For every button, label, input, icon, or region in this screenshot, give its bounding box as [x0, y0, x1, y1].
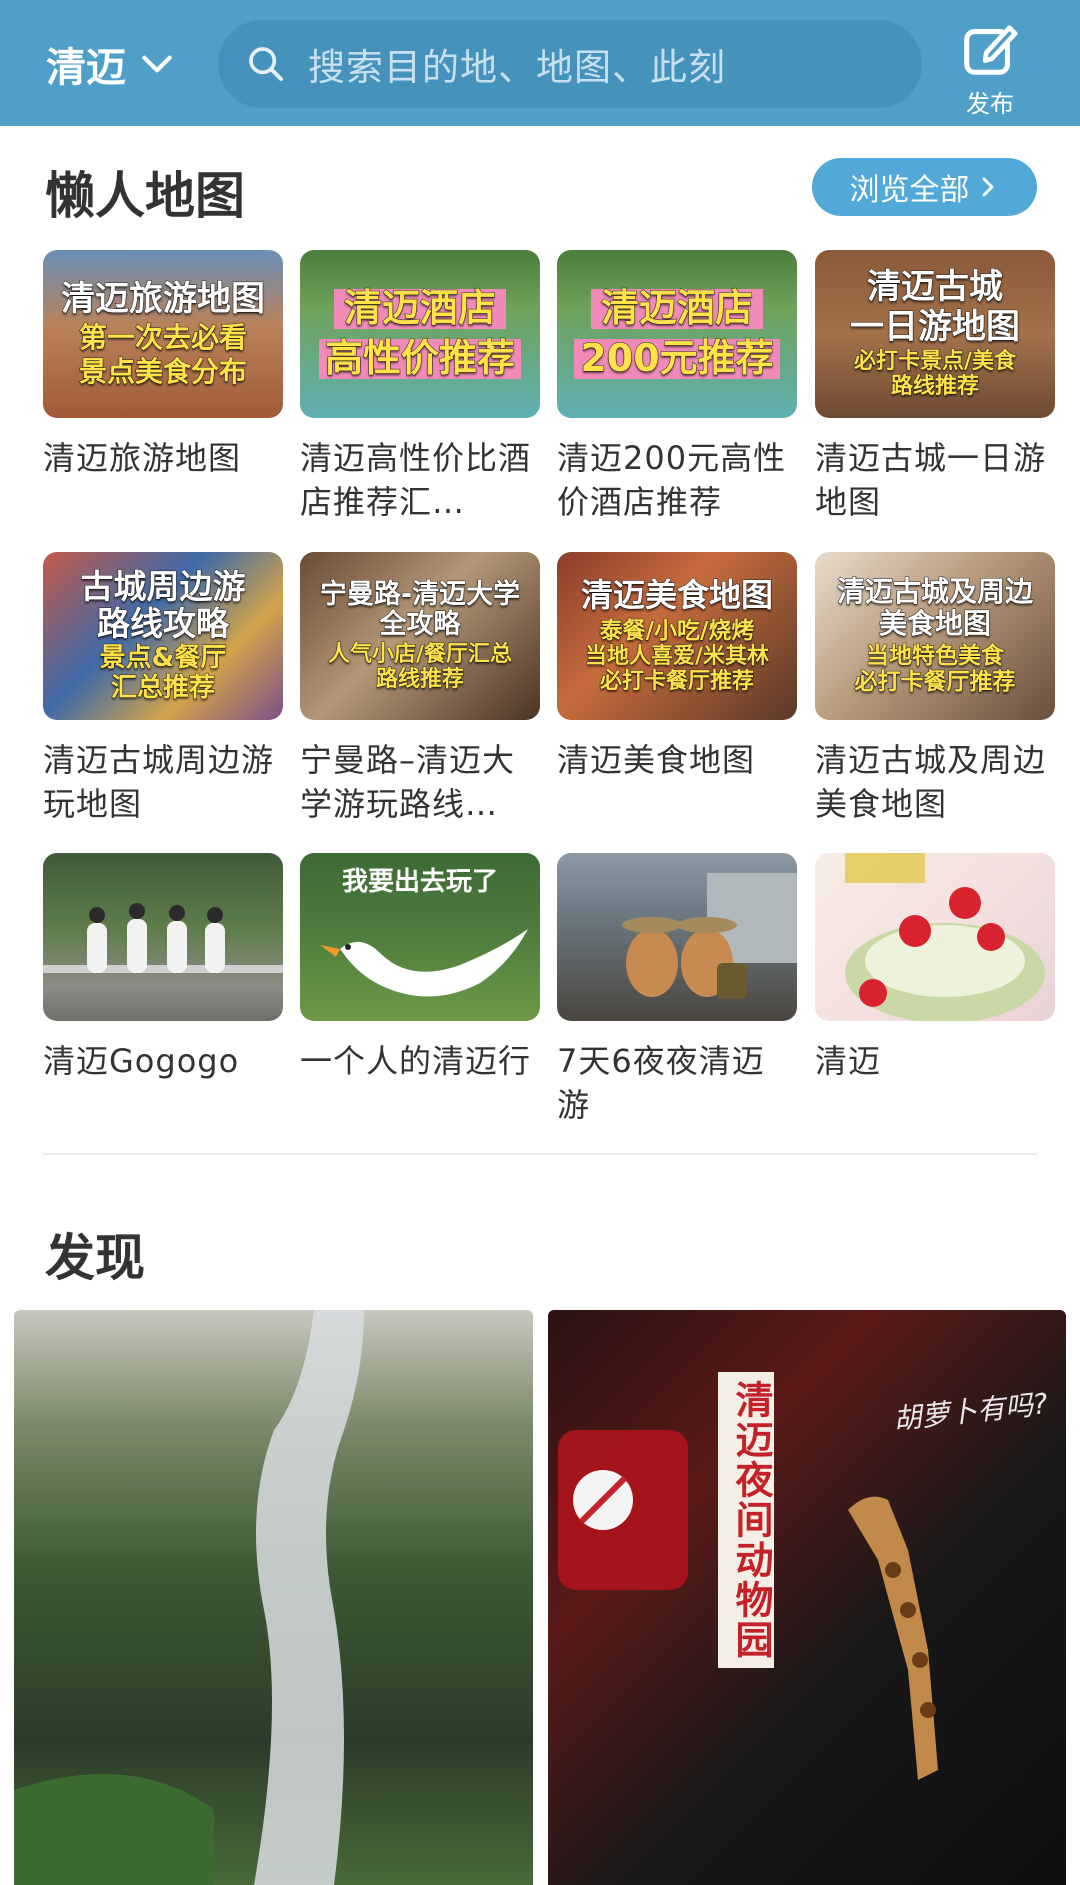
- map-title: 7天6夜夜清迈游: [557, 1042, 765, 1124]
- thumb-text: 路线推荐: [890, 373, 979, 399]
- map-card-12[interactable]: 清迈: [815, 853, 1055, 1083]
- thumb-text: 美食地图: [878, 606, 991, 640]
- thumb-text: 高性价推荐: [318, 338, 521, 379]
- thumb-text: 当地人喜爱/米其林: [584, 643, 770, 669]
- chevron-right-icon: [982, 177, 993, 197]
- city-selector[interactable]: 清迈: [46, 36, 176, 92]
- map-title: 清迈古城及周边美食地图: [815, 741, 1047, 823]
- thumb-text: 全攻略: [379, 608, 461, 640]
- search-input[interactable]: 搜索目的地、地图、此刻: [218, 20, 922, 108]
- map-title: 清迈美食地图: [557, 741, 756, 779]
- thumb-text: 古城周边游: [80, 567, 246, 607]
- thumb-text: 泰餐/小吃/烧烤: [599, 617, 755, 644]
- map-title: 宁曼路–清迈大学游玩路线…: [300, 741, 516, 823]
- map-thumbnail: 清迈酒店 高性价推荐: [300, 250, 540, 418]
- thumb-text: 必打卡餐厅推荐: [599, 668, 754, 694]
- zoo-photo: [558, 1430, 938, 1780]
- thumb-text: 清迈旅游地图: [61, 278, 266, 319]
- map-title: 清迈古城一日游地图: [815, 439, 1047, 521]
- map-title: 清迈旅游地图: [43, 439, 242, 477]
- city-name: 清迈: [46, 45, 126, 91]
- map-card-11[interactable]: 7天6夜夜清迈游: [557, 853, 797, 1127]
- thumb-text: 当地特色美食: [866, 643, 1005, 670]
- thumb-text: 景点&餐厅: [99, 643, 227, 674]
- map-thumbnail: 清迈古城及周边 美食地图 当地特色美食 必打卡餐厅推荐: [815, 552, 1055, 720]
- thumb-text: 路线推荐: [375, 667, 464, 693]
- map-thumbnail: 清迈酒店 200元推荐: [557, 250, 797, 418]
- publish-button[interactable]: 发布: [955, 18, 1025, 118]
- thumb-text: 200元推荐: [574, 338, 780, 379]
- map-card-8[interactable]: 清迈古城及周边 美食地图 当地特色美食 必打卡餐厅推荐 清迈古城及周边美食地图: [815, 552, 1055, 826]
- thumb-text: 一日游地图: [850, 306, 1021, 347]
- map-thumbnail: [815, 853, 1055, 1021]
- map-card-9[interactable]: 清迈Gogogo: [43, 853, 283, 1083]
- map-thumbnail: 清迈古城 一日游地图 必打卡景点/美食 路线推荐: [815, 250, 1055, 418]
- browse-all-button[interactable]: 浏览全部: [812, 158, 1037, 216]
- thumb-text: 清迈美食地图: [580, 576, 773, 615]
- discover-post-1[interactable]: [14, 1310, 533, 1885]
- browse-all-label: 浏览全部: [849, 173, 970, 208]
- map-card-5[interactable]: 古城周边游 路线攻略 景点&餐厅 汇总推荐 清迈古城周边游玩地图: [43, 552, 283, 826]
- edit-icon: [964, 25, 1018, 75]
- map-card-6[interactable]: 宁曼路-清迈大学 全攻略 人气小店/餐厅汇总 路线推荐 宁曼路–清迈大学游玩路线…: [300, 552, 540, 826]
- thumb-text: 清迈酒店: [333, 288, 506, 329]
- map-title: 清迈Gogogo: [43, 1042, 240, 1080]
- thumb-text: 路线攻略: [97, 603, 230, 643]
- map-card-3[interactable]: 清迈酒店 200元推荐 清迈200元高性价酒店推荐: [557, 250, 797, 524]
- map-title: 清迈: [815, 1042, 882, 1080]
- discover-title: 发现: [45, 1229, 145, 1287]
- thumb-text: 我要出去玩了: [341, 867, 498, 897]
- map-card-4[interactable]: 清迈古城 一日游地图 必打卡景点/美食 路线推荐 清迈古城一日游地图: [815, 250, 1055, 524]
- lazy-map-title: 懒人地图: [45, 167, 245, 225]
- search-icon: [249, 47, 283, 81]
- map-title: 清迈古城周边游玩地图: [43, 741, 275, 823]
- thumb-text: 景点美食分布: [78, 354, 247, 388]
- map-thumbnail: [43, 853, 283, 1021]
- thumb-text: 清迈古城及周边: [836, 575, 1033, 609]
- search-placeholder: 搜索目的地、地图、此刻: [308, 46, 726, 89]
- thumb-text: 人气小店/餐厅汇总: [327, 642, 513, 668]
- map-thumbnail: [557, 853, 797, 1021]
- thumb-text: 必打卡餐厅推荐: [854, 669, 1016, 696]
- map-thumbnail: 清迈旅游地图 第一次去必看 景点美食分布: [43, 250, 283, 418]
- publish-label: 发布: [966, 90, 1014, 118]
- map-title: 一个人的清迈行: [300, 1042, 532, 1080]
- thumb-text: 宁曼路-清迈大学: [319, 578, 521, 610]
- map-card-2[interactable]: 清迈酒店 高性价推荐 清迈高性价比酒店推荐汇…: [300, 250, 540, 524]
- cake-photo: [845, 853, 1045, 1021]
- map-title: 清迈高性价比酒店推荐汇…: [300, 439, 532, 521]
- thumb-text: 清迈古城: [867, 267, 1004, 308]
- top-bar: 清迈 搜索目的地、地图、此刻 发布: [0, 0, 1080, 126]
- thumb-text: 清迈酒店: [590, 288, 763, 329]
- waterfall-photo: [14, 1310, 364, 1885]
- map-title: 清迈200元高性价酒店推荐: [557, 439, 787, 521]
- map-card-10[interactable]: 我要出去玩了 一个人的清迈行: [300, 853, 540, 1083]
- chevron-down-icon: [142, 55, 172, 73]
- thumb-text: 汇总推荐: [110, 672, 215, 703]
- discover-post-2[interactable]: 清迈夜间动物园 胡萝卜有吗?: [548, 1310, 1066, 1885]
- kittens-photo: [622, 873, 797, 999]
- map-thumbnail: 古城周边游 路线攻略 景点&餐厅 汇总推荐: [43, 552, 283, 720]
- map-thumbnail: 清迈美食地图 泰餐/小吃/烧烤 当地人喜爱/米其林 必打卡餐厅推荐: [557, 552, 797, 720]
- map-thumbnail: 宁曼路-清迈大学 全攻略 人气小店/餐厅汇总 路线推荐: [300, 552, 540, 720]
- section-divider: [43, 1153, 1037, 1155]
- map-card-1[interactable]: 清迈旅游地图 第一次去必看 景点美食分布 清迈旅游地图: [43, 250, 283, 480]
- thumb-text: 第一次去必看: [78, 321, 247, 355]
- map-card-7[interactable]: 清迈美食地图 泰餐/小吃/烧烤 当地人喜爱/米其林 必打卡餐厅推荐 清迈美食地图: [557, 552, 797, 782]
- people-photo: [43, 903, 283, 973]
- map-thumbnail: 我要出去玩了: [300, 853, 540, 1021]
- thumb-text: 必打卡景点/美食: [853, 348, 1017, 374]
